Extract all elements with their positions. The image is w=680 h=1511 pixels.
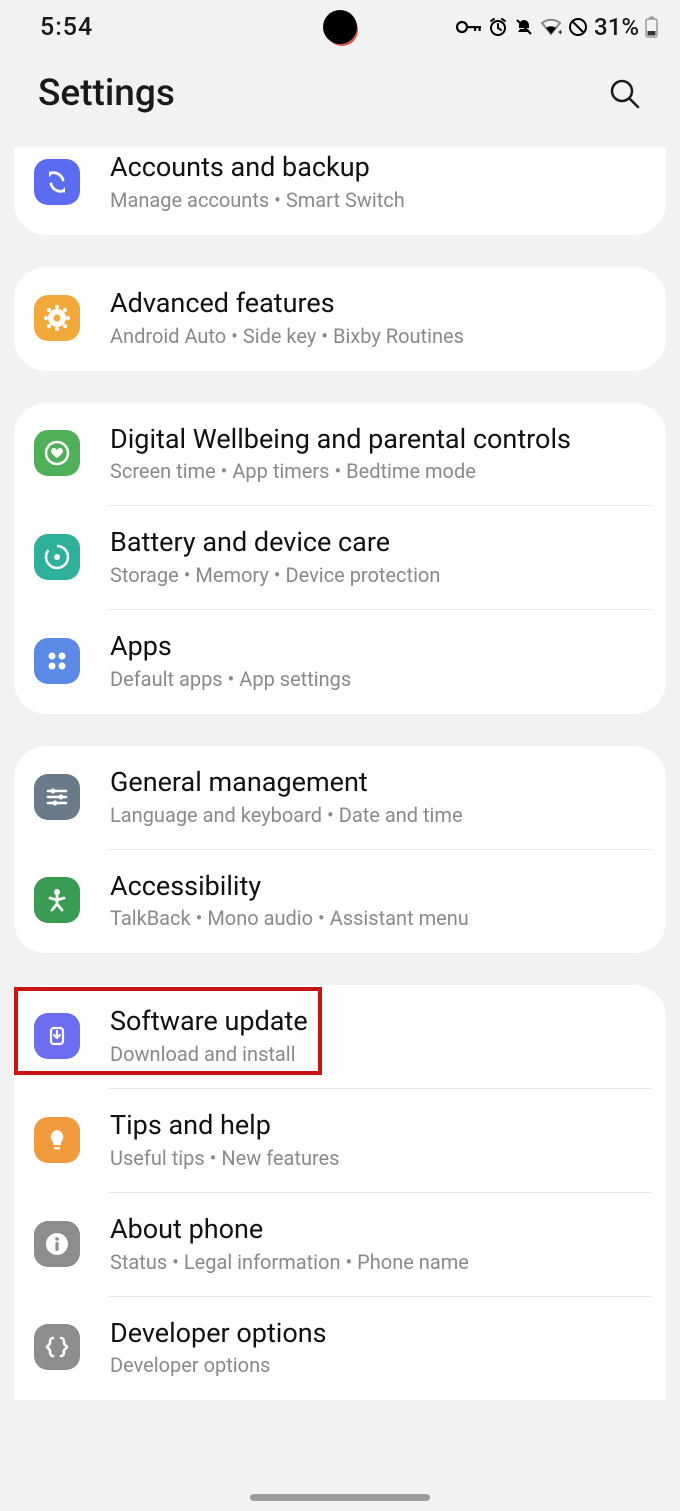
sync-icon	[34, 159, 80, 205]
page-header: Settings	[0, 50, 680, 135]
item-subtitle: Download and install	[110, 1041, 644, 1067]
item-title: Battery and device care	[110, 526, 644, 560]
item-title: Tips and help	[110, 1109, 644, 1143]
settings-group: Accounts and backupManage accounts • Sma…	[14, 147, 666, 235]
accessibility-icon	[34, 877, 80, 923]
item-text: Software updateDownload and install	[110, 1005, 644, 1067]
item-title: Accessibility	[110, 870, 644, 904]
settings-item-about-phone[interactable]: About phoneStatus • Legal information • …	[14, 1193, 666, 1297]
item-subtitle: Status • Legal information • Phone name	[110, 1249, 644, 1275]
settings-item-tips-help[interactable]: Tips and helpUseful tips • New features	[14, 1089, 666, 1193]
braces-icon	[34, 1324, 80, 1370]
camera-cutout	[323, 10, 357, 44]
settings-group: General managementLanguage and keyboard …	[14, 746, 666, 954]
status-time: 5:54	[40, 13, 93, 42]
settings-group: Digital Wellbeing and parental controlsS…	[14, 403, 666, 714]
apps-icon	[34, 638, 80, 684]
settings-item-software-update[interactable]: Software updateDownload and install	[14, 985, 666, 1089]
gear-filled-icon	[34, 295, 80, 341]
item-subtitle: Useful tips • New features	[110, 1145, 644, 1171]
info-icon	[34, 1221, 80, 1267]
settings-item-accessibility[interactable]: AccessibilityTalkBack • Mono audio • Ass…	[14, 850, 666, 954]
settings-item-general-management[interactable]: General managementLanguage and keyboard …	[14, 746, 666, 850]
mute-icon	[514, 17, 534, 37]
alarm-icon	[488, 17, 508, 37]
item-subtitle: Language and keyboard • Date and time	[110, 802, 644, 828]
settings-group: Software updateDownload and install Tips …	[14, 985, 666, 1400]
item-subtitle: Storage • Memory • Device protection	[110, 562, 644, 588]
item-subtitle: Screen time • App timers • Bedtime mode	[110, 458, 644, 484]
sliders-icon	[34, 774, 80, 820]
item-text: Accounts and backupManage accounts • Sma…	[110, 151, 644, 213]
settings-item-digital-wellbeing[interactable]: Digital Wellbeing and parental controlsS…	[14, 403, 666, 507]
item-title: General management	[110, 766, 644, 800]
item-text: General managementLanguage and keyboard …	[110, 766, 644, 828]
settings-item-battery-care[interactable]: Battery and device careStorage • Memory …	[14, 506, 666, 610]
settings-item-accounts-backup[interactable]: Accounts and backupManage accounts • Sma…	[14, 147, 666, 235]
item-title: Advanced features	[110, 287, 644, 321]
vpn-key-icon	[456, 19, 482, 35]
navigation-handle[interactable]	[250, 1494, 430, 1501]
item-text: About phoneStatus • Legal information • …	[110, 1213, 644, 1275]
item-subtitle: Developer options	[110, 1352, 644, 1378]
item-title: Software update	[110, 1005, 644, 1039]
care-icon	[34, 534, 80, 580]
battery-percent: 31%	[594, 13, 639, 41]
item-text: Tips and helpUseful tips • New features	[110, 1109, 644, 1171]
search-icon	[608, 77, 642, 111]
item-title: About phone	[110, 1213, 644, 1247]
item-text: AppsDefault apps • App settings	[110, 630, 644, 692]
download-icon	[34, 1013, 80, 1059]
item-text: Advanced featuresAndroid Auto • Side key…	[110, 287, 644, 349]
wellbeing-icon	[34, 430, 80, 476]
item-text: AccessibilityTalkBack • Mono audio • Ass…	[110, 870, 644, 932]
settings-item-advanced-features[interactable]: Advanced featuresAndroid Auto • Side key…	[14, 267, 666, 371]
item-subtitle: Default apps • App settings	[110, 666, 644, 692]
wifi-icon: +	[540, 18, 562, 36]
status-bar: 5:54 + 31%	[0, 0, 680, 50]
svg-text:+: +	[558, 28, 562, 36]
item-title: Accounts and backup	[110, 151, 644, 185]
item-text: Developer optionsDeveloper options	[110, 1317, 644, 1379]
item-title: Digital Wellbeing and parental controls	[110, 423, 644, 457]
item-title: Apps	[110, 630, 644, 664]
battery-icon	[645, 16, 658, 38]
status-icons: + 31%	[456, 13, 658, 41]
search-button[interactable]	[606, 75, 644, 113]
item-subtitle: Android Auto • Side key • Bixby Routines	[110, 323, 644, 349]
bulb-icon	[34, 1117, 80, 1163]
settings-item-apps[interactable]: AppsDefault apps • App settings	[14, 610, 666, 714]
item-subtitle: TalkBack • Mono audio • Assistant menu	[110, 905, 644, 931]
settings-item-developer-options[interactable]: Developer optionsDeveloper options	[14, 1297, 666, 1401]
page-title: Settings	[38, 72, 175, 115]
do-not-disturb-icon	[568, 17, 588, 37]
item-text: Digital Wellbeing and parental controlsS…	[110, 423, 644, 485]
item-text: Battery and device careStorage • Memory …	[110, 526, 644, 588]
settings-group: Advanced featuresAndroid Auto • Side key…	[14, 267, 666, 371]
item-subtitle: Manage accounts • Smart Switch	[110, 187, 644, 213]
item-title: Developer options	[110, 1317, 644, 1351]
